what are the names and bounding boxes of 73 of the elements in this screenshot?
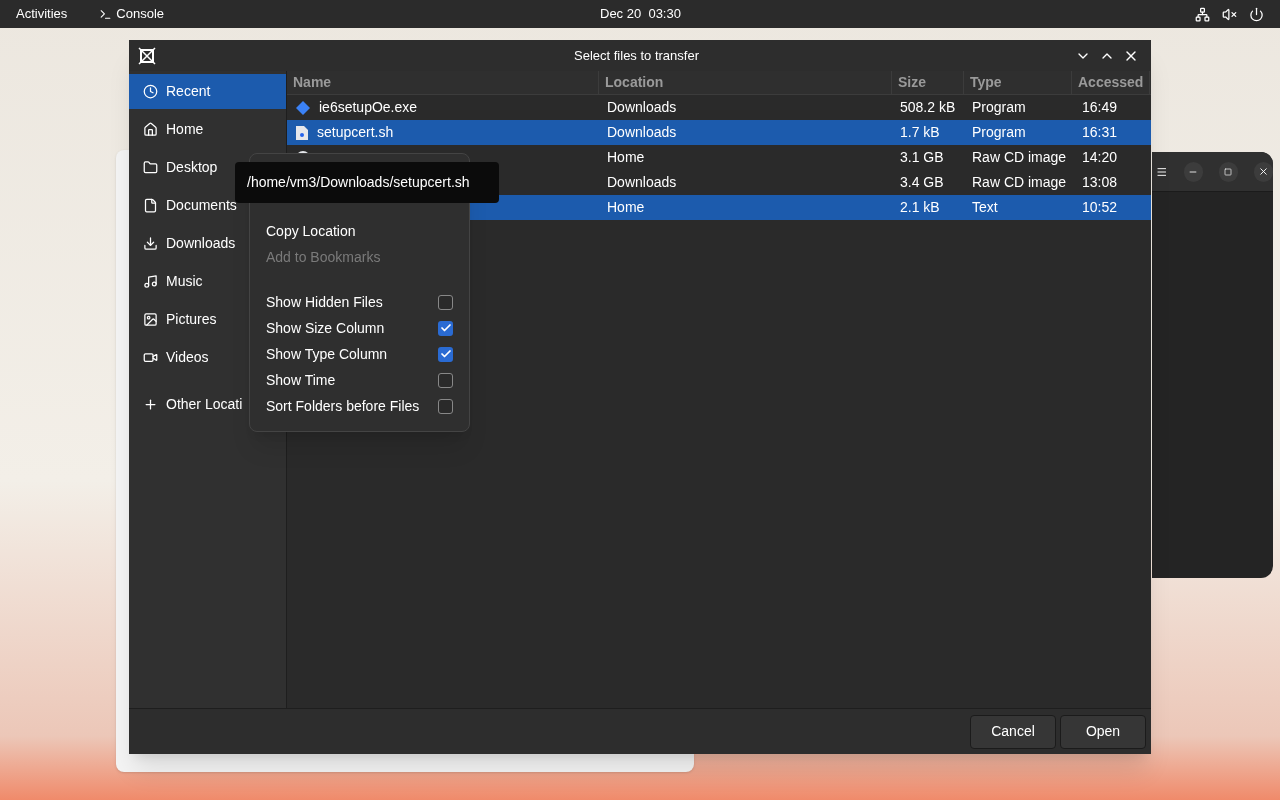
- frame-icon[interactable]: [137, 45, 157, 66]
- table-cell-text: 1.7 kB: [899, 123, 941, 142]
- clock[interactable]: Dec 20 03:30: [600, 4, 681, 24]
- table-cell-text: Downloads: [606, 123, 678, 142]
- sidebar-item[interactable]: Home: [129, 112, 286, 147]
- image-icon: [143, 312, 158, 327]
- menu-icon[interactable]: [1156, 165, 1168, 178]
- menu-item[interactable]: Show Size Column: [266, 317, 438, 339]
- table-cell-text: Text: [971, 198, 999, 217]
- menu-item[interactable]: Show Hidden Files: [266, 291, 438, 313]
- activities-button[interactable]: Activities: [16, 4, 68, 24]
- file-row[interactable]: ie6setupOe.exe Downloads 508.2 kB Program 16:49: [287, 95, 1151, 120]
- checkbox[interactable]: [438, 320, 453, 336]
- network-icon[interactable]: [1195, 6, 1210, 22]
- window-title: Select files to transfer: [574, 46, 699, 65]
- table-cell-text: 16:49: [1081, 98, 1119, 117]
- table-cell-text: 508.2 kB: [899, 98, 957, 117]
- column-header[interactable]: Name: [287, 71, 599, 94]
- clock-icon: [143, 84, 158, 99]
- power-icon[interactable]: [1249, 6, 1264, 22]
- menu-item[interactable]: Copy Location: [250, 218, 469, 244]
- minimize-button[interactable]: [1183, 161, 1203, 182]
- home-icon: [143, 122, 158, 137]
- file-name: ie6setupOe.exe: [319, 98, 418, 117]
- table-cell-text: Program: [971, 123, 1027, 142]
- column-header[interactable]: Location: [599, 71, 892, 94]
- column-header[interactable]: Size: [892, 71, 964, 94]
- sidebar-item[interactable]: Recent: [129, 74, 286, 109]
- dialog-button[interactable]: Open: [1060, 714, 1146, 749]
- check-icon: [439, 348, 452, 360]
- close-button[interactable]: [1253, 161, 1273, 182]
- table-cell-text: Program: [971, 98, 1027, 117]
- column-header[interactable]: Accessed: [1072, 71, 1150, 94]
- file-name: setupcert.sh: [317, 123, 394, 142]
- table-cell-text: Raw CD image: [971, 173, 1068, 192]
- file-icon: [143, 198, 158, 213]
- table-cell-text: Home: [606, 148, 646, 167]
- table-cell-text: Raw CD image: [971, 148, 1068, 167]
- table-cell-text: 13:08: [1081, 173, 1119, 192]
- checkbox[interactable]: [438, 372, 453, 388]
- maximize-button[interactable]: [1218, 161, 1238, 182]
- table-cell-text: 3.4 GB: [899, 173, 945, 192]
- file-icon: [295, 124, 309, 141]
- checkbox[interactable]: [438, 346, 453, 362]
- menu-item[interactable]: Show Time: [266, 369, 438, 391]
- video-icon: [143, 350, 158, 365]
- download-icon: [143, 236, 158, 251]
- column-header[interactable]: Type: [964, 71, 1072, 94]
- table-cell-text: 16:31: [1081, 123, 1119, 142]
- table-cell-text: 14:20: [1081, 148, 1119, 167]
- menu-item[interactable]: Show Type Column: [266, 343, 438, 365]
- check-icon: [439, 322, 452, 334]
- table-cell-text: Downloads: [606, 173, 678, 192]
- menu-item[interactable]: Sort Folders before Files: [266, 395, 438, 417]
- diamond-icon: [295, 99, 311, 116]
- close-icon: [1257, 166, 1269, 177]
- checkbox[interactable]: [438, 398, 453, 414]
- tooltip: /home/vm3/Downloads/setupcert.sh: [235, 162, 499, 203]
- file-row[interactable]: setupcert.sh Downloads 1.7 kB Program 16:31: [287, 120, 1151, 145]
- dialog-button[interactable]: Cancel: [970, 714, 1056, 749]
- music-icon: [143, 274, 158, 289]
- table-cell-text: 2.1 kB: [899, 198, 941, 217]
- folder-icon: [143, 160, 158, 175]
- maximize-icon: [1224, 167, 1233, 176]
- checkbox[interactable]: [438, 294, 453, 310]
- muted-speaker-icon[interactable]: [1222, 6, 1237, 22]
- plus-icon: [143, 397, 158, 412]
- table-cell-text: Home: [606, 198, 646, 217]
- table-cell-text: Downloads: [606, 98, 678, 117]
- table-cell-text: 10:52: [1081, 198, 1119, 217]
- table-cell-text: 3.1 GB: [899, 148, 945, 167]
- terminal-icon: [99, 7, 113, 21]
- app-menu-button[interactable]: Console: [99, 4, 164, 24]
